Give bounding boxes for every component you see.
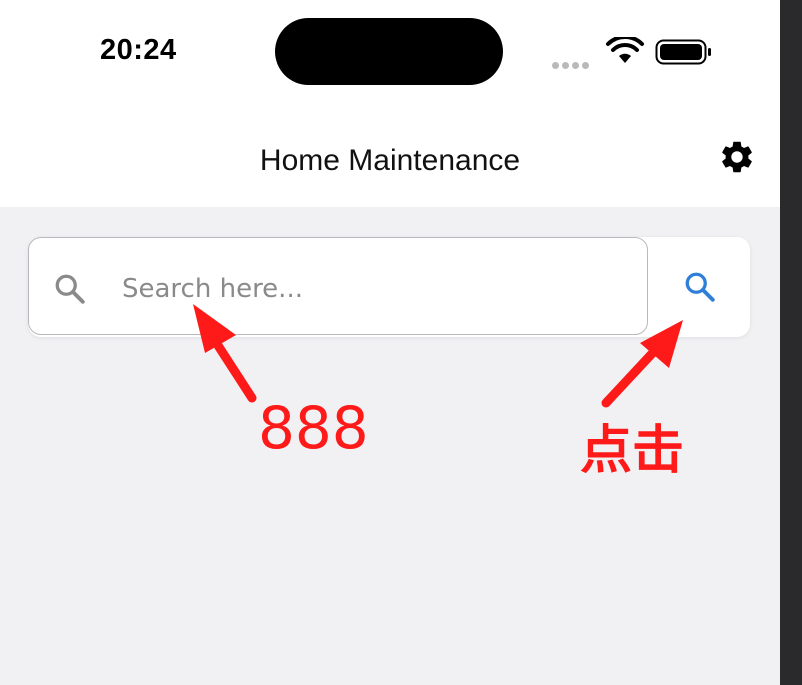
annotation-input-value: 888 (258, 394, 369, 462)
window-edge (780, 0, 802, 685)
annotation-click: 点击 (580, 421, 685, 481)
annotation-arrows (193, 304, 683, 408)
arrow-to-button (601, 320, 683, 408)
arrow-to-input (193, 304, 257, 403)
